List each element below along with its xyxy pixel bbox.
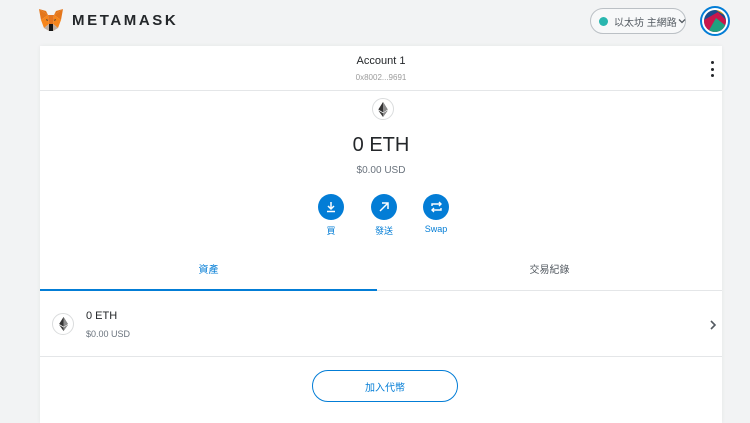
network-label: 以太坊 主網路	[614, 17, 677, 29]
account-address[interactable]: 0x8002...9691	[40, 73, 722, 82]
tab-bar: 資產 交易紀錄	[40, 256, 722, 291]
asset-fiat: $0.00 USD	[86, 329, 131, 339]
account-name[interactable]: Account 1	[40, 55, 722, 67]
metamask-fox-icon	[39, 9, 63, 31]
balance-amount: 0 ETH	[352, 134, 410, 156]
network-selector[interactable]: 以太坊 主網路	[590, 8, 686, 34]
metamask-wordmark: METAMASK	[72, 11, 179, 29]
asset-list-item[interactable]: 0 ETH $0.00 USD	[40, 295, 722, 357]
asset-amount: 0 ETH	[86, 310, 118, 322]
wallet-card: Account 1 0x8002...9691 0 ETH $0.00 USD	[40, 46, 722, 423]
account-avatar[interactable]	[700, 6, 730, 36]
kebab-menu-icon[interactable]	[708, 61, 716, 77]
identicon-graphic	[704, 10, 726, 32]
tab-activity[interactable]: 交易紀錄	[381, 256, 718, 291]
account-header: Account 1 0x8002...9691	[40, 46, 722, 91]
balance-fiat: $0.00 USD	[356, 165, 406, 176]
tab-assets[interactable]: 資產	[40, 256, 377, 291]
send-button[interactable]: 發送	[359, 194, 409, 237]
download-icon	[318, 194, 344, 220]
metamask-logo[interactable]: METAMASK	[38, 8, 178, 32]
action-bar: 買 發送 Swap	[40, 194, 722, 239]
ethereum-icon	[372, 98, 394, 120]
arrow-up-right-icon	[371, 194, 397, 220]
chevron-down-icon	[678, 19, 686, 24]
ethereum-icon	[52, 313, 74, 335]
kebab-dot	[710, 74, 714, 77]
identicon	[704, 10, 726, 32]
buy-label: 買	[326, 226, 336, 236]
kebab-dot	[710, 67, 714, 71]
network-status-dot	[599, 16, 608, 26]
swap-icon	[423, 194, 449, 220]
buy-button[interactable]: 買	[306, 194, 356, 237]
kebab-dot	[710, 61, 714, 64]
swap-label: Swap	[424, 224, 448, 234]
add-token-button[interactable]: 加入代幣	[312, 370, 458, 402]
chevron-right-icon	[710, 320, 717, 330]
send-label: 發送	[374, 226, 393, 236]
swap-button[interactable]: Swap	[411, 194, 461, 234]
